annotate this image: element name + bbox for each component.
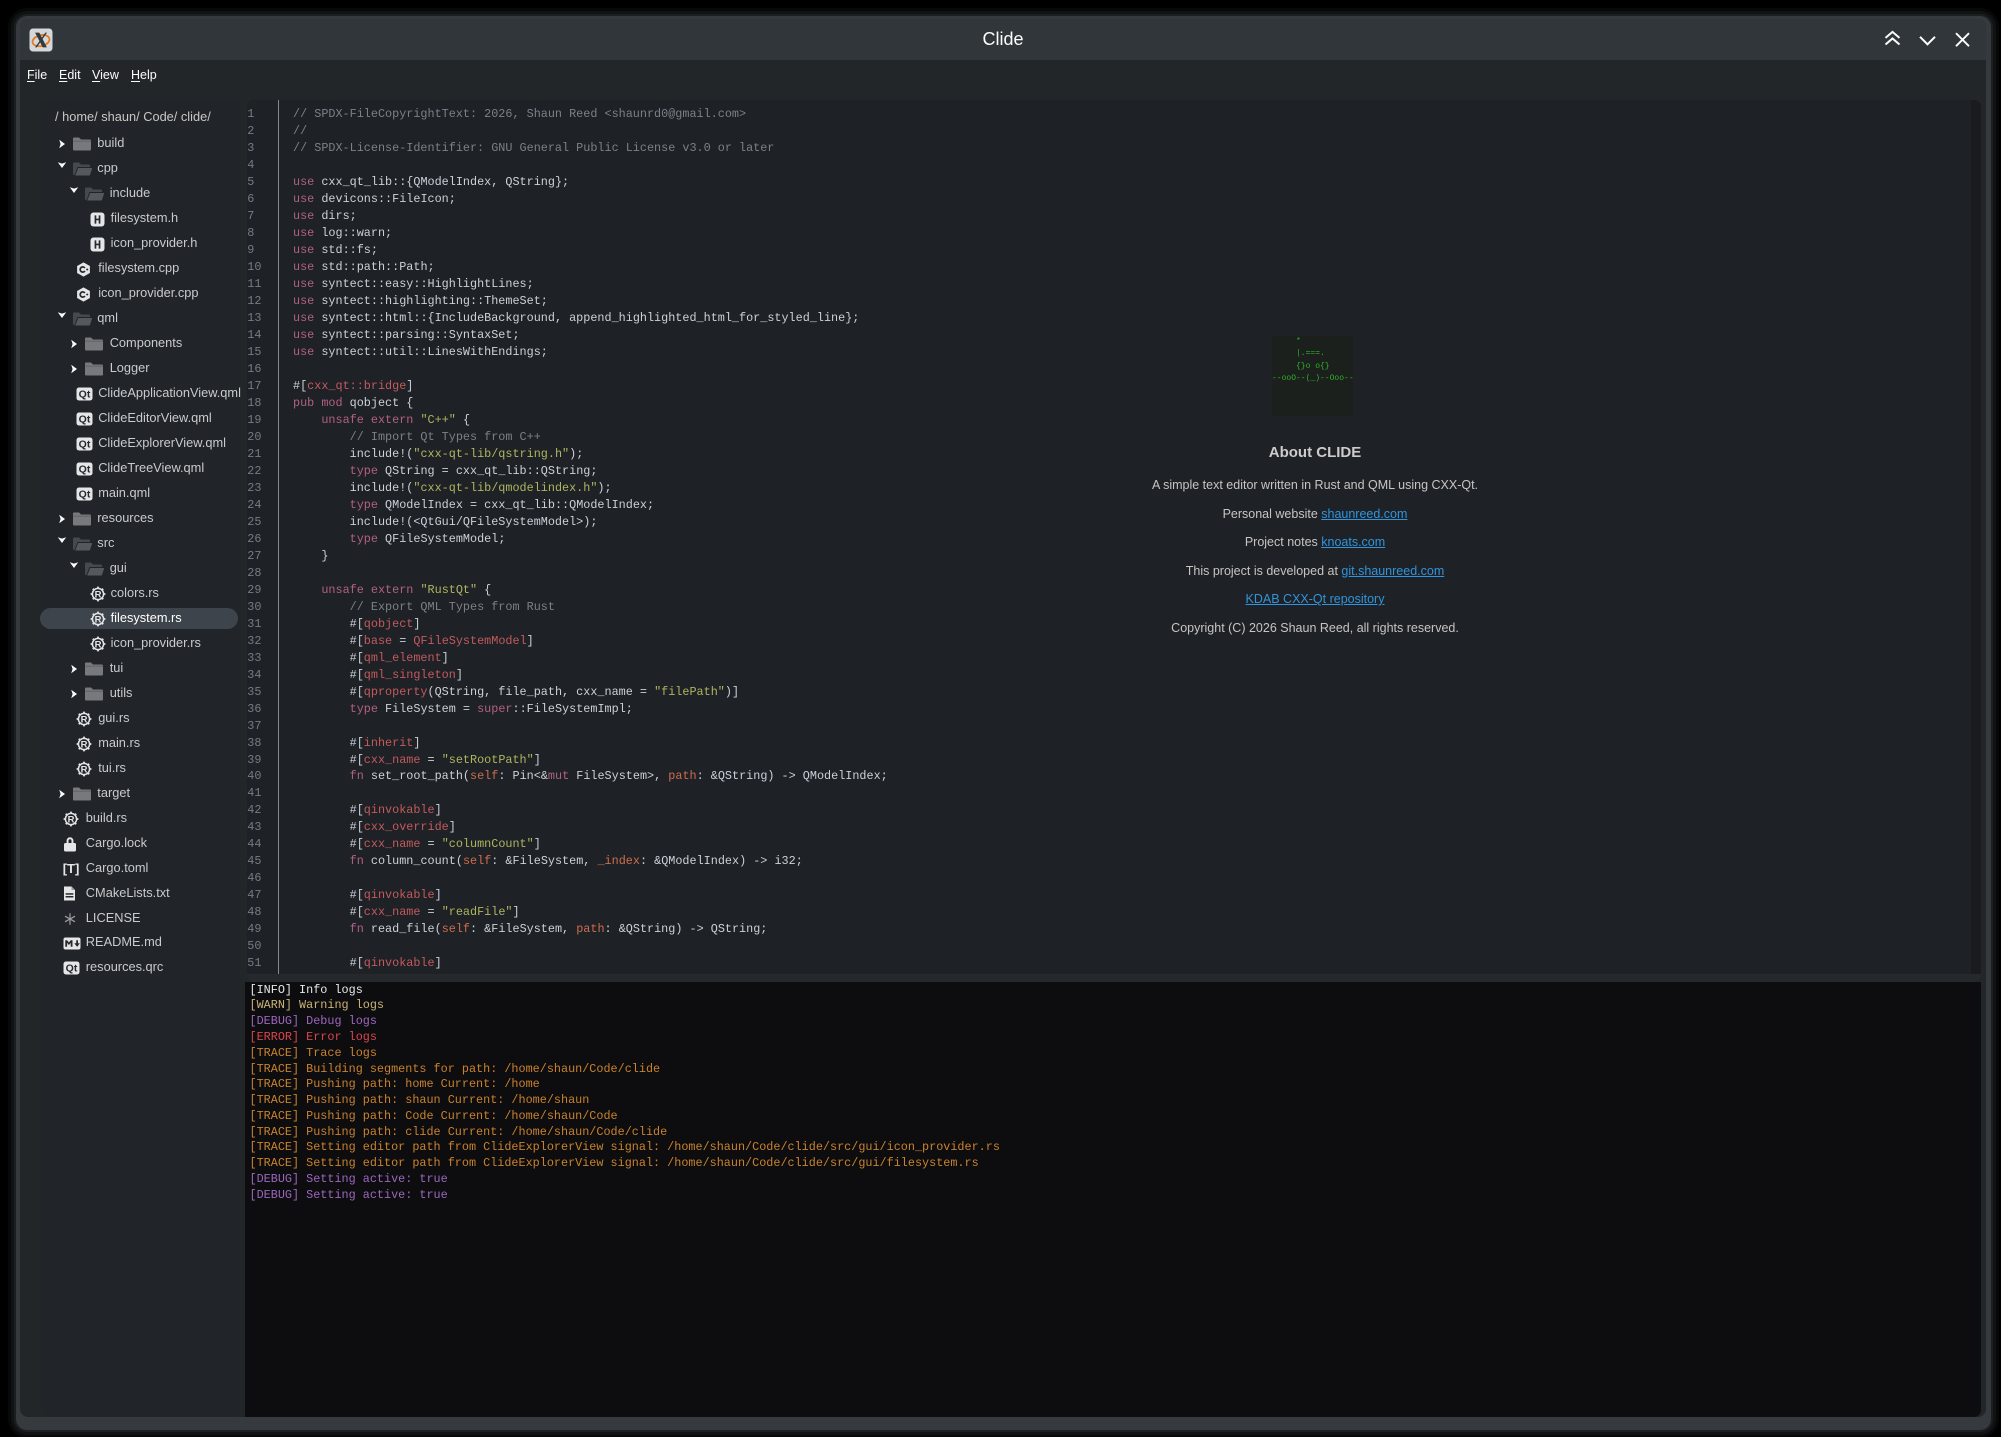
- svg-text:Qt: Qt: [79, 413, 91, 425]
- svg-text:Qt: Qt: [79, 438, 91, 450]
- svg-text:Qt: Qt: [79, 488, 91, 500]
- svg-text:R: R: [68, 814, 75, 825]
- svg-text:[T]: [T]: [63, 861, 79, 876]
- svg-text:Qt: Qt: [66, 963, 78, 975]
- svg-text:R: R: [94, 639, 101, 650]
- svg-text:R: R: [81, 739, 88, 750]
- svg-text:Qt: Qt: [79, 463, 91, 475]
- svg-text:R: R: [94, 614, 101, 625]
- svg-text:R: R: [94, 589, 101, 600]
- svg-text:R: R: [81, 714, 88, 725]
- svg-text:Qt: Qt: [79, 388, 91, 400]
- svg-text:R: R: [81, 764, 88, 775]
